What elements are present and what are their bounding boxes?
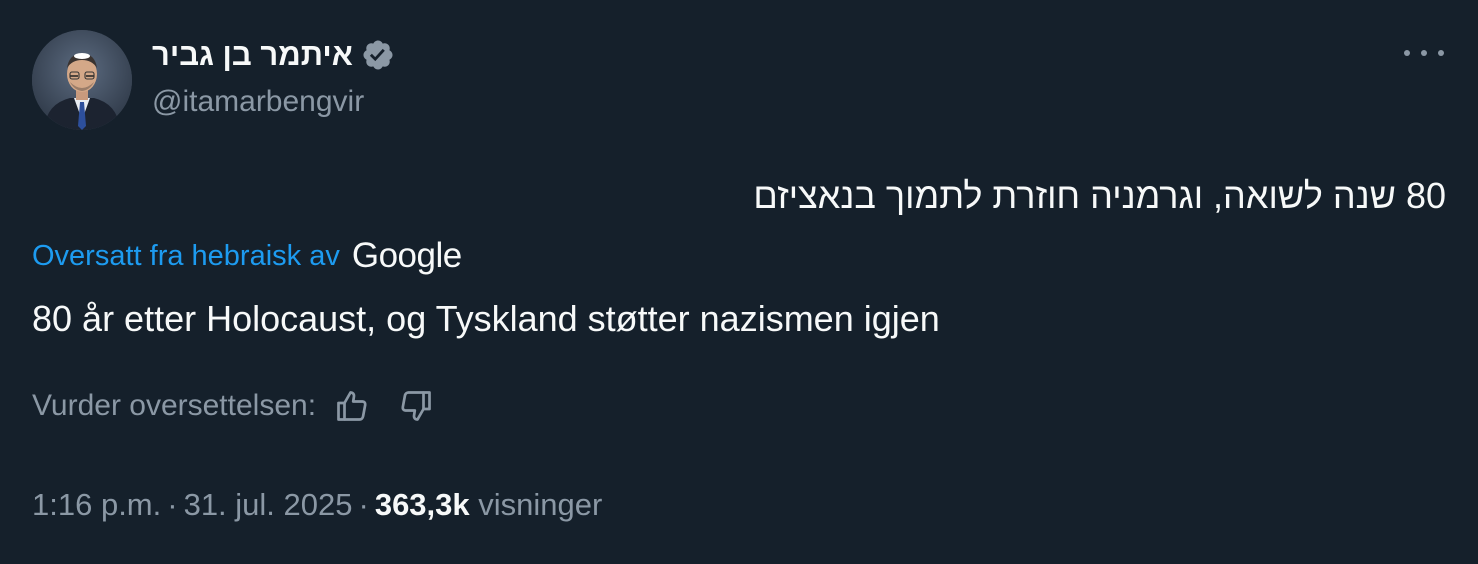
tweet-meta: 1:16 p.m. · 31. jul. 2025 · 363,3k visninger bbox=[32, 484, 602, 526]
views-label: visninger bbox=[478, 487, 603, 522]
display-name[interactable]: איתמר בן גביר bbox=[152, 36, 353, 74]
avatar[interactable] bbox=[32, 30, 132, 130]
translation-attribution: Oversatt fra hebraisk av Google bbox=[32, 236, 462, 276]
google-logo: Google bbox=[351, 236, 462, 275]
more-options-icon[interactable] bbox=[1404, 40, 1444, 66]
author-handle[interactable]: @itamarbengvir bbox=[152, 84, 364, 120]
avatar-image bbox=[32, 30, 132, 130]
tweet-date[interactable]: 31. jul. 2025 bbox=[184, 487, 353, 522]
translated-from-link[interactable]: Oversatt fra hebraisk av bbox=[32, 236, 340, 276]
views-count[interactable]: 363,3k bbox=[375, 487, 470, 522]
tweet-original-text: 80 שנה לשואה, וגרמניה חוזרת לתמוך בנאציז… bbox=[753, 175, 1446, 216]
tweet-time[interactable]: 1:16 p.m. bbox=[32, 487, 161, 522]
rate-translation-label: Vurder oversettelsen: bbox=[32, 389, 317, 422]
thumbs-down-icon[interactable] bbox=[396, 386, 436, 426]
thumbs-up-icon[interactable] bbox=[332, 386, 372, 426]
author-name-row[interactable]: איתמר בן גביר bbox=[152, 36, 395, 74]
tweet-translated-text: 80 år etter Holocaust, og Tyskland støtt… bbox=[32, 298, 940, 339]
tweet-card: איתמר בן גביר @itamarbengvir 80 שנה לשוא… bbox=[0, 0, 1478, 564]
verified-badge-icon[interactable] bbox=[361, 38, 395, 72]
rate-translation-row: Vurder oversettelsen: bbox=[32, 386, 436, 426]
meta-separator: · bbox=[358, 487, 369, 522]
meta-separator: · bbox=[167, 487, 178, 522]
